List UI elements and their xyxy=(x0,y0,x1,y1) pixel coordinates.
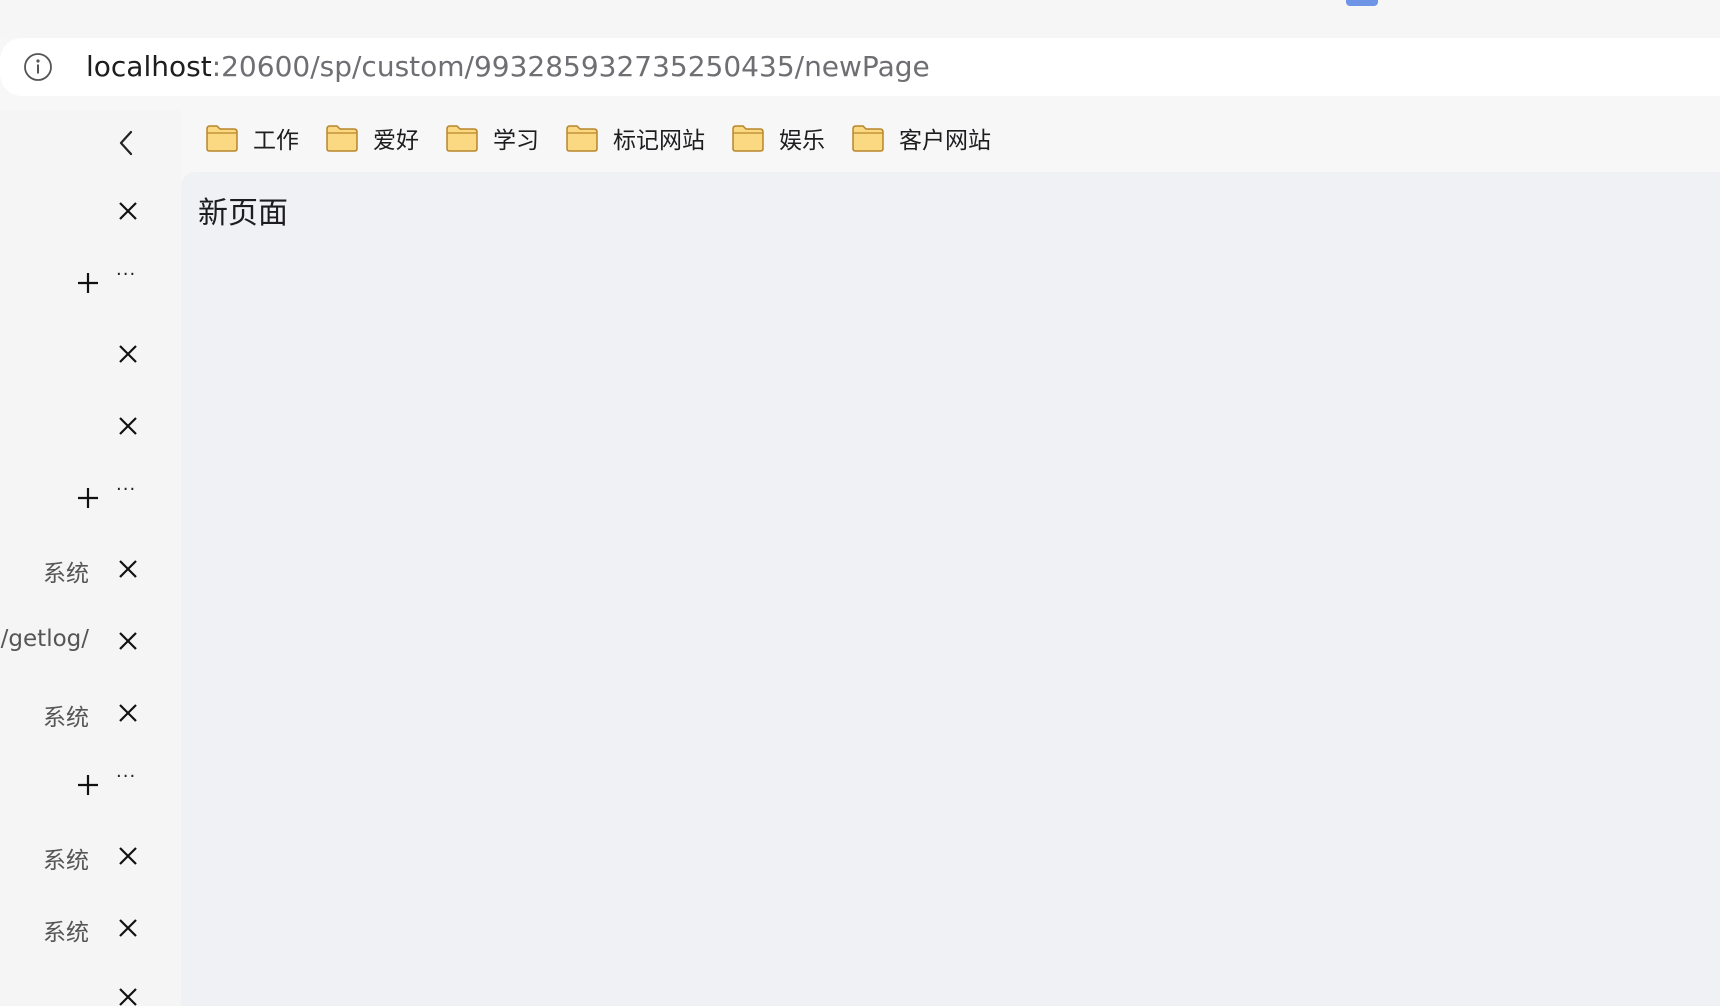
close-icon[interactable] xyxy=(115,628,141,654)
folder-icon xyxy=(326,125,358,152)
page-title: 新页面 xyxy=(198,196,288,231)
folder-icon xyxy=(732,125,764,152)
bookmark-folder[interactable]: 娱乐 xyxy=(731,121,825,155)
bookmark-folder[interactable]: 客户网站 xyxy=(851,121,991,155)
bookmark-label: 工作 xyxy=(253,128,299,154)
sidebar-item[interactable] xyxy=(0,190,181,230)
address-bar[interactable]: localhost:20600/sp/custom/99328593273525… xyxy=(0,38,1720,96)
sidebar-item[interactable] xyxy=(0,405,181,445)
folder-icon xyxy=(446,125,478,152)
close-icon[interactable] xyxy=(115,843,141,869)
bookmark-folder[interactable]: 爱好 xyxy=(325,121,419,155)
more-icon[interactable]: ··· xyxy=(116,766,136,787)
sidebar-item[interactable]: ··· xyxy=(0,764,181,804)
more-icon[interactable]: ··· xyxy=(116,479,136,500)
sidebar-item[interactable]: 系统 xyxy=(0,835,181,875)
close-icon[interactable] xyxy=(115,341,141,367)
info-icon[interactable] xyxy=(23,52,53,82)
plus-icon[interactable] xyxy=(75,270,101,296)
folder-icon xyxy=(852,125,884,152)
main-content: 新页面 xyxy=(181,172,1720,1006)
plus-icon[interactable] xyxy=(75,485,101,511)
bookmark-folder[interactable]: 工作 xyxy=(205,121,299,155)
folder-icon xyxy=(566,125,598,152)
sidebar-item[interactable]: ··· xyxy=(0,262,181,302)
browser-window: localhost:20600/sp/custom/99328593273525… xyxy=(0,0,1720,1006)
tab-favicon xyxy=(1346,0,1378,6)
more-icon[interactable]: ··· xyxy=(116,264,136,285)
close-icon[interactable] xyxy=(115,700,141,726)
tab-strip xyxy=(0,0,1720,38)
sidebar-item[interactable]: /getlog/ xyxy=(0,620,181,660)
sidebar-item-label: 系统 xyxy=(43,920,89,946)
sidebar-item[interactable]: 系统 xyxy=(0,692,181,732)
plus-icon[interactable] xyxy=(75,772,101,798)
bookmark-label: 客户网站 xyxy=(899,128,991,154)
bookmark-label: 爱好 xyxy=(373,128,419,154)
close-icon[interactable] xyxy=(115,984,141,1006)
bookmark-folder[interactable]: 标记网站 xyxy=(565,121,705,155)
close-icon[interactable] xyxy=(115,915,141,941)
sidebar-item[interactable] xyxy=(0,333,181,373)
sidebar-item-label: /getlog/ xyxy=(0,626,89,652)
sidebar-item[interactable]: 系统 xyxy=(0,548,181,588)
sidebar-item[interactable] xyxy=(0,976,181,1006)
folder-icon xyxy=(206,125,238,152)
url-field[interactable]: localhost:20600/sp/custom/99328593273525… xyxy=(86,50,930,84)
sidebar-item-label: 系统 xyxy=(43,848,89,874)
bookmark-label: 标记网站 xyxy=(613,128,705,154)
bookmarks-bar: 工作 爱好 学习 标记网站 娱乐 客户网站 xyxy=(205,118,1017,158)
url-host: localhost xyxy=(86,50,212,83)
sidebar: ··· ··· 系统/getlog/系统 ··· 系统 系统 xyxy=(0,110,181,1006)
sidebar-item-label: 系统 xyxy=(43,705,89,731)
bookmark-label: 学习 xyxy=(493,128,539,154)
url-path: :20600/sp/custom/993285932735250435/newP… xyxy=(211,50,930,83)
close-icon[interactable] xyxy=(115,198,141,224)
close-icon[interactable] xyxy=(115,413,141,439)
chevron-left-icon[interactable] xyxy=(112,128,142,158)
sidebar-item[interactable]: ··· xyxy=(0,477,181,517)
bookmark-folder[interactable]: 学习 xyxy=(445,121,539,155)
bookmark-label: 娱乐 xyxy=(779,128,825,154)
sidebar-item[interactable]: 系统 xyxy=(0,907,181,947)
close-icon[interactable] xyxy=(115,556,141,582)
sidebar-item-label: 系统 xyxy=(43,561,89,587)
